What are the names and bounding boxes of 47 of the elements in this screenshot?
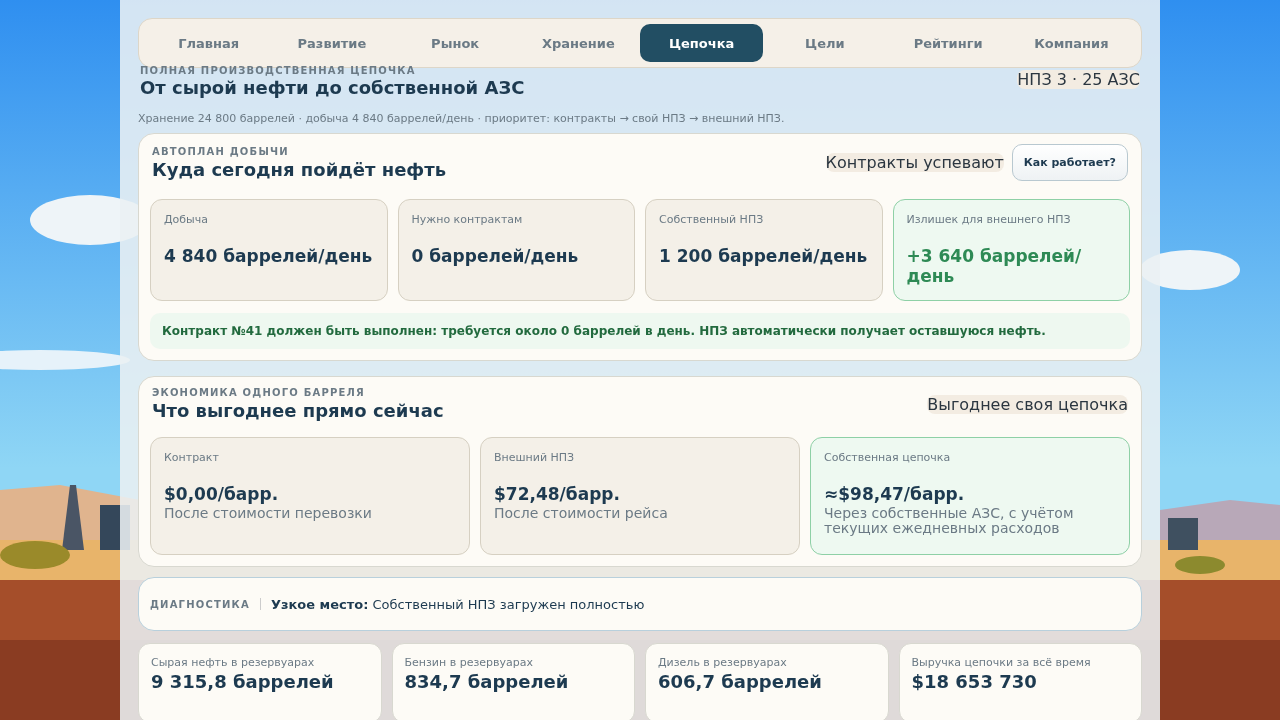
metric-label: Собственный НПЗ xyxy=(659,213,765,226)
metric-label: Излишек для внешнего НПЗ xyxy=(906,213,1072,226)
metric-value: 1 200 баррелей/день xyxy=(659,246,869,267)
price-value: $72,48/барр. xyxy=(494,484,621,504)
stat-value: 9 315,8 баррелей xyxy=(151,671,335,692)
stat-label: Дизель в резервуарах xyxy=(658,656,788,669)
nav-tab[interactable]: Рейтинги xyxy=(886,24,1010,62)
info-note: Контракт №41 должен быть выполнен: требуется около 0 баррелей в день. НПЗ автоматически получает оставшуюся нефть. xyxy=(150,313,1130,349)
stat-value: 606,7 баррелей xyxy=(658,671,823,692)
stat-label: Выручка цепочки за всё время xyxy=(911,656,1092,669)
nav-tab[interactable]: Хранение xyxy=(516,24,640,62)
page-title: От сырой нефти до собственной АЗС xyxy=(140,77,525,98)
card-title: Что выгоднее прямо сейчас xyxy=(152,400,444,421)
card-eyebrow: АВТОПЛАН ДОБЫЧИ xyxy=(152,145,290,157)
section-eyebrow: ПОЛНАЯ ПРОИЗВОДСТВЕННАЯ ЦЕПОЧКА xyxy=(140,65,417,76)
price-label: Контракт xyxy=(164,451,220,464)
metric-label: Нужно контрактам xyxy=(411,213,524,226)
status-badge: Контракты успевают xyxy=(825,153,1004,172)
price-value: $0,00/барр. xyxy=(164,484,280,504)
price-label: Внешний НПЗ xyxy=(494,451,576,464)
stat-label: Сырая нефть в резервуарах xyxy=(151,656,316,669)
nav-tab[interactable]: Цепочка xyxy=(640,24,764,62)
price-value: ≈$98,47/барр. xyxy=(824,484,966,504)
nav-tab[interactable]: Компания xyxy=(1009,24,1133,62)
metric-value: 4 840 баррелей/день xyxy=(164,246,374,267)
metric-label: Добыча xyxy=(164,213,210,226)
price-detail: Через собственные АЗС, с учётом текущих ежедневных расходов xyxy=(824,506,1075,537)
metric-value: 0 баррелей/день xyxy=(411,246,580,267)
nav-tab[interactable]: Рынок xyxy=(393,24,517,62)
card-eyebrow: ЭКОНОМИКА ОДНОГО БАРРЕЛЯ xyxy=(152,387,366,398)
help-button[interactable]: Как работает? xyxy=(1011,144,1128,181)
status-badge: Выгоднее своя цепочка xyxy=(927,394,1128,414)
price-detail: После стоимости рейса xyxy=(494,506,669,522)
stat-label: Бензин в резервуарах xyxy=(404,656,534,669)
price-detail: После стоимости перевозки xyxy=(164,506,373,522)
card-title: Куда сегодня пойдёт нефть xyxy=(152,158,447,180)
metric-value: +3 640 баррелей/день xyxy=(906,246,1083,287)
diagnostics-label: ДИАГНОСТИКА xyxy=(150,598,250,610)
diagnostics-text: Узкое место: Собственный НПЗ загружен полностью xyxy=(270,596,645,612)
status-badge: НПЗ 3 · 25 АЗС xyxy=(1017,70,1140,89)
nav-tab[interactable]: Главная xyxy=(147,24,271,62)
page-subtitle: Хранение 24 800 баррелей · добыча 4 840 баррелей/день · приоритет: контракты → свой НПЗ → внешний НПЗ. xyxy=(138,112,786,125)
nav-tab[interactable]: Цели xyxy=(763,24,887,62)
nav-tab[interactable]: Развитие xyxy=(270,24,394,62)
stat-value: $18 653 730 xyxy=(911,671,1038,692)
price-label: Собственная цепочка xyxy=(824,451,952,464)
stat-value: 834,7 баррелей xyxy=(404,671,570,692)
